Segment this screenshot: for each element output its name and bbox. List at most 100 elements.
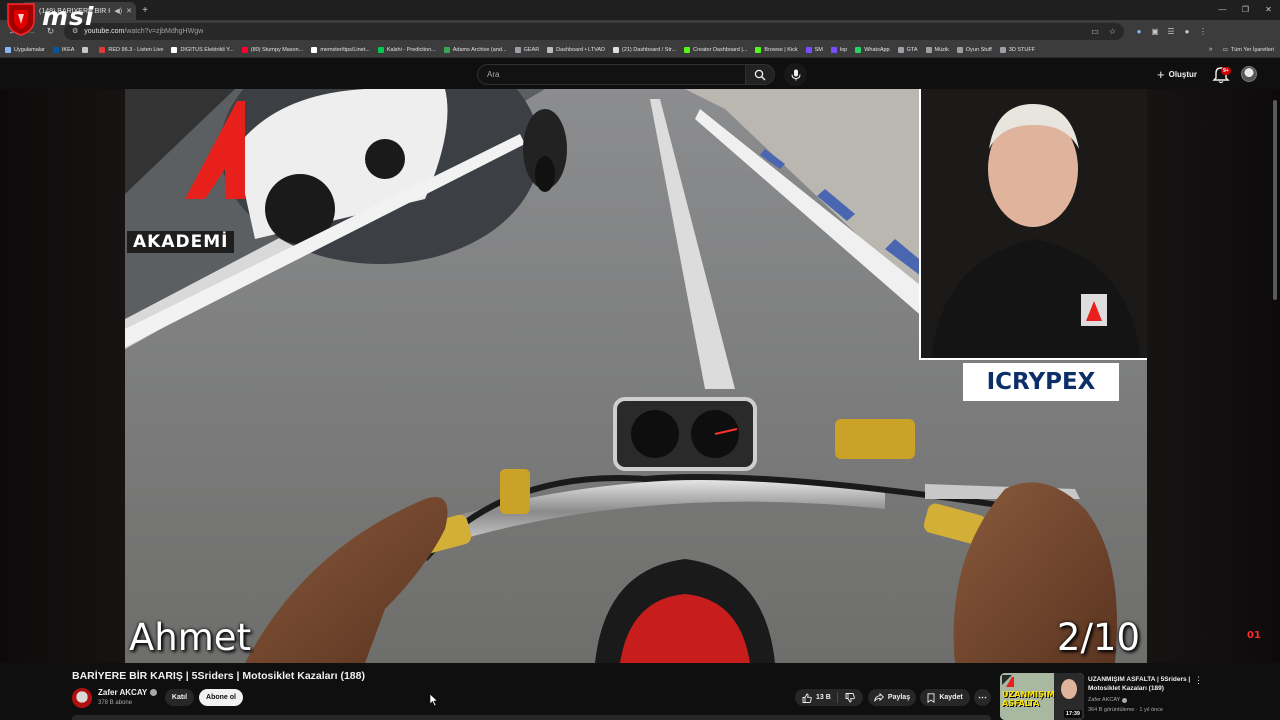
more-actions-button[interactable]: ⋯ <box>974 689 991 706</box>
restore-icon[interactable]: ❐ <box>1234 0 1257 20</box>
menu-kebab-icon[interactable]: ⋮ <box>1198 26 1208 36</box>
bookmark-item[interactable]: Creator Dashboard |... <box>684 46 747 53</box>
bookmark-label: SM <box>814 46 823 53</box>
bookmark-favicon-icon <box>897 46 904 53</box>
all-bookmarks-folder[interactable]: ▭ Tüm Yer İşaretleri <box>1223 47 1274 53</box>
clip-counter-overlay: 2/10 <box>1056 616 1140 659</box>
bookmark-favicon-icon <box>241 46 248 53</box>
bookmark-favicon-icon <box>99 46 106 53</box>
bookmark-item[interactable]: lop <box>830 46 847 53</box>
bookmarks-overflow-icon[interactable]: » <box>1209 46 1213 53</box>
search-box: Ara <box>477 64 775 85</box>
address-bar[interactable]: ⚙ youtube.com/watch?v=zjbMdhgHWgw ▭ ☆ <box>64 22 1124 40</box>
bookmark-label: DIGITUS Elektrikli Y... <box>180 46 234 53</box>
thumbs-up-icon <box>802 693 812 703</box>
bookmark-label: WhatsApp <box>864 46 890 53</box>
channel-name[interactable]: Zafer AKCAY <box>98 688 158 697</box>
extension-icon[interactable]: ● <box>1134 26 1144 36</box>
reading-list-icon[interactable]: ☰ <box>1166 26 1176 36</box>
related-title[interactable]: UZANMIŞIM ASFALTA | 5Sriders | Motosikle… <box>1088 675 1193 693</box>
subscriber-count: 378 B abone <box>98 700 133 706</box>
bookmark-item[interactable]: Uygulamalar <box>5 46 45 53</box>
save-button[interactable]: Kaydet <box>920 689 970 706</box>
share-icon <box>874 693 884 702</box>
bookmark-favicon-icon <box>855 46 862 53</box>
bookmark-label: GEAR <box>523 46 540 53</box>
voice-search-button[interactable] <box>784 63 807 86</box>
bookmark-favicon-icon <box>805 46 812 53</box>
bookmark-item[interactable]: Oyun Stuff <box>956 46 992 53</box>
related-video-item[interactable]: UZANMIŞIM ASFALTA 17:39 UZANMIŞIM ASFALT… <box>1000 673 1270 720</box>
extensions-area: ● ▣ ☰ ● ⋮ <box>1134 26 1208 36</box>
channel-avatar[interactable] <box>72 688 92 708</box>
bookmark-label: 3D STUFF <box>1008 46 1036 53</box>
ambient-glow-left <box>0 89 125 663</box>
bookmark-favicon-icon <box>443 46 450 53</box>
bookmark-label: Browse | Kick <box>764 46 798 53</box>
bookmark-item[interactable]: WhatsApp <box>855 46 890 53</box>
bookmark-label: (80) Stumpy Mason... <box>250 46 304 53</box>
bookmark-item[interactable]: GTA <box>897 46 918 53</box>
save-to-playlist-icon <box>927 692 935 703</box>
video-title: BARİYERE BİR KARIŞ | 5Sriders | Motosikl… <box>72 670 365 682</box>
verified-icon <box>1122 697 1128 703</box>
bookmark-item[interactable]: Browse | Kick <box>755 46 798 53</box>
bookmark-favicon-icon <box>925 46 932 53</box>
plus-icon: + <box>1157 67 1165 82</box>
bookmark-item[interactable]: (80) Stumpy Mason... <box>241 46 304 53</box>
bookmark-item[interactable]: Kalshi - Prediction... <box>377 46 436 53</box>
more-horizontal-icon: ⋯ <box>978 692 987 702</box>
share-button[interactable]: Paylaş <box>868 689 916 706</box>
bookmark-item[interactable]: memster/tips/Linet... <box>311 46 370 53</box>
folder-icon: ▭ <box>1222 46 1228 53</box>
close-window-icon[interactable]: ✕ <box>1257 0 1280 20</box>
bookmark-item[interactable]: 3D STUFF <box>999 46 1036 53</box>
related-thumbnail[interactable]: UZANMIŞIM ASFALTA 17:39 <box>1000 673 1084 720</box>
join-button[interactable]: Katıl <box>165 689 194 706</box>
like-button[interactable]: 13 B <box>795 692 838 703</box>
msi-logo[interactable]: msi <box>4 0 144 36</box>
bookmark-item[interactable]: DIGITUS Elektrikli Y... <box>171 46 234 53</box>
related-channel-text: Zafer AKCAY <box>1088 697 1121 703</box>
create-button[interactable]: + Oluştur <box>1157 64 1197 85</box>
bookmark-item[interactable]: (21) Dashboard / Str... <box>612 46 676 53</box>
page-scrollbar[interactable] <box>1273 100 1277 300</box>
sponsor-logo: ICRYPEX <box>963 363 1119 401</box>
bookmark-label: Dashboard • LTVAD <box>556 46 605 53</box>
bookmark-item[interactable]: IKEA <box>52 46 75 53</box>
bookmark-label: Müzik <box>934 46 949 53</box>
search-input[interactable]: Ara <box>477 64 745 85</box>
bookmark-item[interactable]: RED 96.3 - Listen Live <box>99 46 163 53</box>
share-label: Paylaş <box>887 694 911 701</box>
account-avatar[interactable] <box>1241 66 1257 82</box>
related-channel[interactable]: Zafer AKCAY <box>1088 697 1128 703</box>
bookmark-favicon-icon <box>547 46 554 53</box>
bookmark-item[interactable]: Dashboard • LTVAD <box>547 46 605 53</box>
minimize-icon[interactable]: — <box>1211 0 1234 20</box>
bookmark-item[interactable] <box>82 46 91 53</box>
notification-count-badge: 9+ <box>1221 67 1231 75</box>
msi-logo-text: msi <box>42 2 95 31</box>
bookmark-favicon-icon <box>684 46 691 53</box>
search-button[interactable] <box>745 64 775 85</box>
bookmark-item[interactable]: Adams Archive (and... <box>443 46 507 53</box>
create-label: Oluştur <box>1168 70 1198 79</box>
bookmark-star-icon[interactable]: ☆ <box>1109 27 1116 36</box>
profile-icon[interactable]: ● <box>1182 26 1192 36</box>
video-player[interactable]: AKADEMİ ICRYPEX Ahmet 2/10 <box>125 89 1147 663</box>
dislike-button[interactable] <box>838 692 855 703</box>
related-menu-icon[interactable]: ⋮ <box>1194 675 1203 686</box>
description-box[interactable] <box>72 715 991 720</box>
bookmark-item[interactable]: GEAR <box>514 46 540 53</box>
extensions-puzzle-icon[interactable]: ▣ <box>1150 26 1160 36</box>
cast-icon[interactable]: ▭ <box>1091 27 1099 36</box>
bookmark-label: GTA <box>906 46 918 53</box>
save-label: Kaydet <box>939 694 963 701</box>
bookmark-favicon-icon <box>956 46 963 53</box>
browser-toolbar: ← → ↻ ⚙ youtube.com/watch?v=zjbMdhgHWgw … <box>0 20 1280 42</box>
bookmark-item[interactable]: SM <box>805 46 823 53</box>
subscribe-button[interactable]: Abone ol <box>199 689 243 706</box>
bookmark-label: IKEA <box>61 46 75 53</box>
bookmark-item[interactable]: Müzik <box>925 46 949 53</box>
related-thumbnail-text: UZANMIŞIM ASFALTA <box>1002 690 1055 708</box>
